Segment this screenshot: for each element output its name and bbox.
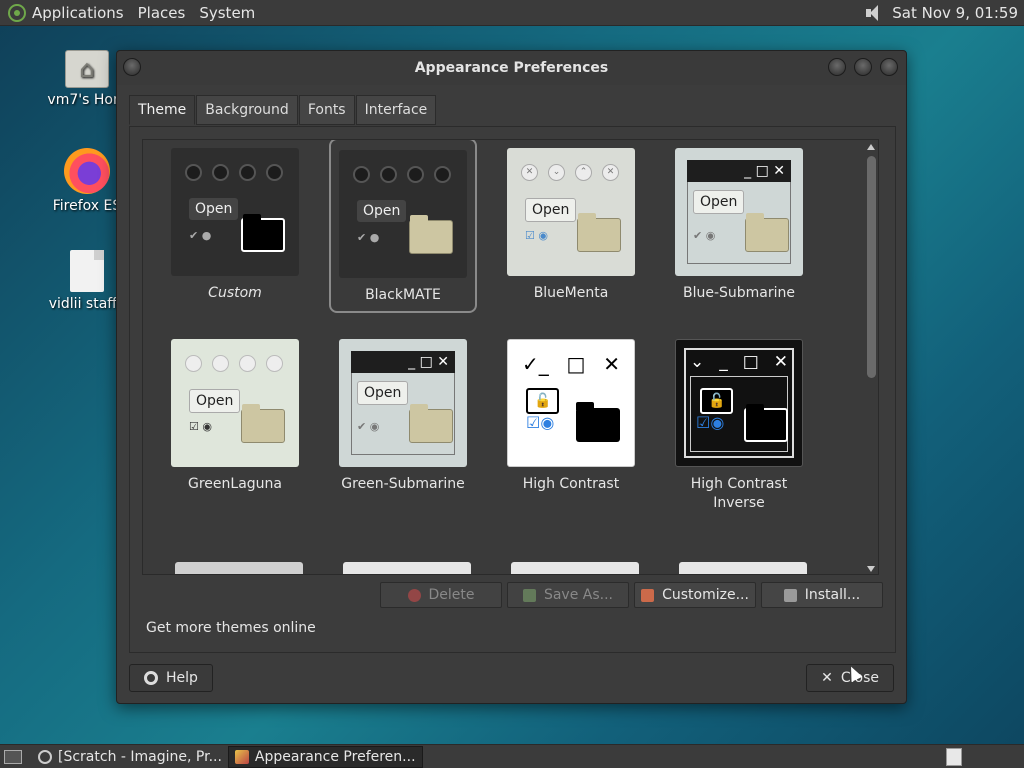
thumb-open-button: 🔓 — [526, 388, 560, 414]
theme-thumbnail: Open ✔ ● — [339, 150, 467, 278]
task-appearance-preferences[interactable]: Appearance Preferen... — [227, 745, 423, 768]
scroll-up-arrow-icon[interactable] — [867, 144, 875, 150]
folder-icon — [745, 213, 789, 252]
thumb-open-button: Open — [189, 389, 241, 413]
titlebar-buttons-icon: ✓_ □ ✕ — [522, 352, 620, 376]
save-as-button[interactable]: Save As... — [507, 582, 629, 608]
help-button[interactable]: Help — [129, 664, 213, 692]
scratch-icon — [38, 749, 52, 764]
checkbox-icon: ✔ ◉ — [357, 420, 380, 433]
firefox-icon — [64, 148, 110, 194]
theme-label: High Contrast — [522, 476, 620, 492]
home-folder-icon — [65, 50, 109, 88]
theme-thumbnail: Open ☑ ◉ — [171, 339, 299, 467]
theme-label: High Contrast Inverse — [690, 476, 788, 511]
theme-label: BlueMenta — [533, 285, 609, 301]
tab-background[interactable]: Background — [196, 95, 298, 125]
checkbox-icon: ✔ ◉ — [693, 229, 716, 242]
checkbox-icon: ☑◉ — [526, 413, 555, 432]
theme-thumbnail: _ □ ✕ Open ✔ ◉ — [339, 339, 467, 467]
delete-icon — [407, 588, 421, 602]
get-more-themes-link[interactable]: Get more themes online — [146, 620, 316, 636]
theme-label: Blue-Submarine — [682, 285, 796, 301]
theme-item-green-submarine[interactable]: _ □ ✕ Open ✔ ◉ Green-Submarine — [329, 339, 477, 494]
theme-label: Green-Submarine — [341, 476, 465, 492]
theme-item-blackmate[interactable]: Open ✔ ● BlackMATE — [329, 140, 477, 313]
folder-icon — [744, 404, 788, 442]
theme-list-scrollbar[interactable] — [864, 140, 878, 574]
thumb-open-button: Open — [693, 190, 745, 214]
folder-icon — [241, 404, 285, 443]
maximize-button[interactable] — [854, 58, 872, 76]
close-window-button[interactable] — [880, 58, 898, 76]
titlebar-buttons-icon: ⌄ _ □ ✕ — [690, 352, 788, 372]
clock[interactable]: Sat Nov 9, 01:59 — [892, 4, 1018, 22]
show-desktop-icon[interactable] — [4, 749, 22, 764]
checkbox-icon: ☑◉ — [696, 413, 725, 432]
bottom-taskbar: [Scratch - Imagine, Pr... Appearance Pre… — [0, 744, 1024, 768]
appearance-preferences-window: Appearance Preferences Theme Background … — [116, 50, 907, 704]
tab-interface[interactable]: Interface — [355, 95, 437, 125]
theme-item-greenlaguna[interactable]: Open ☑ ◉ GreenLaguna — [161, 339, 309, 494]
customize-icon — [641, 588, 655, 602]
workspace-switcher[interactable] — [946, 748, 962, 766]
theme-item-bluementa[interactable]: ✕ ⌄ ⌃ ✕ Open ☑ ◉ BlueMenta — [497, 148, 645, 303]
window-menu-button[interactable] — [123, 58, 141, 76]
theme-thumbnail: ⌄ _ □ ✕ 🔓 ☑◉ — [675, 339, 803, 467]
theme-label: GreenLaguna — [188, 476, 282, 492]
save-icon — [522, 588, 536, 602]
theme-tab-panel: Open ✔ ● Custom Open ✔ ● BlackMATE ✕ ⌄ ⌃ ✕ — [129, 126, 896, 653]
top-panel: Applications Places System Sat Nov 9, 01… — [0, 0, 1024, 26]
checkbox-icon: ✔ ● — [189, 229, 212, 242]
folder-icon — [409, 215, 453, 254]
menu-places[interactable]: Places — [138, 4, 186, 22]
menu-system[interactable]: System — [199, 4, 255, 22]
install-icon — [783, 588, 797, 602]
checkbox-icon: ✔ ● — [357, 231, 380, 244]
tab-fonts[interactable]: Fonts — [298, 95, 355, 125]
theme-item-blue-submarine[interactable]: _ □ ✕ Open ✔ ◉ Blue-Submarine — [665, 148, 813, 303]
window-title: Appearance Preferences — [414, 60, 609, 76]
titlebar-buttons-icon: _ □ ✕ — [687, 160, 791, 182]
titlebar-buttons-icon: _ □ ✕ — [351, 351, 455, 373]
theme-item-custom[interactable]: Open ✔ ● Custom — [161, 148, 309, 303]
thumb-open-button: Open — [525, 198, 577, 222]
theme-thumbnail: _ □ ✕ Open ✔ ◉ — [675, 148, 803, 276]
thumb-open-button: Open — [357, 200, 407, 222]
volume-icon[interactable] — [864, 4, 884, 22]
appearance-icon — [234, 749, 249, 764]
scroll-down-arrow-icon[interactable] — [867, 566, 875, 572]
theme-item-high-contrast-inverse[interactable]: ⌄ _ □ ✕ 🔓 ☑◉ High Contrast Inverse — [665, 339, 813, 513]
install-button[interactable]: Install... — [761, 582, 883, 608]
checkbox-icon: ☑ ◉ — [525, 229, 548, 242]
folder-icon — [241, 214, 285, 252]
tab-bar: Theme Background Fonts Interface — [129, 95, 437, 125]
help-icon — [144, 671, 158, 685]
theme-thumbnail: Open ✔ ● — [171, 148, 299, 276]
thumb-open-button: Open — [189, 198, 239, 220]
customize-button[interactable]: Customize... — [634, 582, 756, 608]
theme-item-high-contrast[interactable]: ✓_ □ ✕ 🔓 ☑◉ High Contrast — [497, 339, 645, 494]
text-file-icon — [70, 250, 104, 292]
tab-theme[interactable]: Theme — [129, 95, 196, 125]
scrollbar-thumb[interactable] — [867, 156, 876, 378]
theme-list[interactable]: Open ✔ ● Custom Open ✔ ● BlackMATE ✕ ⌄ ⌃ ✕ — [142, 139, 879, 575]
window-titlebar[interactable]: Appearance Preferences — [117, 51, 906, 85]
mate-logo-icon[interactable] — [8, 3, 26, 22]
theme-label: Custom — [208, 285, 262, 301]
theme-thumbnail: ✓_ □ ✕ 🔓 ☑◉ — [507, 339, 635, 467]
thumb-open-button: 🔓 — [700, 388, 734, 414]
folder-icon — [577, 213, 621, 252]
menu-applications[interactable]: Applications — [32, 4, 124, 22]
close-icon: ✕ — [821, 670, 833, 686]
checkbox-icon: ☑ ◉ — [189, 420, 212, 433]
theme-label: BlackMATE — [365, 287, 441, 303]
task-scratch[interactable]: [Scratch - Imagine, Pr... — [32, 746, 228, 768]
delete-button[interactable]: Delete — [380, 582, 502, 608]
folder-icon — [576, 402, 620, 442]
theme-thumbnail: ✕ ⌄ ⌃ ✕ Open ☑ ◉ — [507, 148, 635, 276]
folder-icon — [409, 404, 453, 443]
thumb-open-button: Open — [357, 381, 409, 405]
minimize-button[interactable] — [828, 58, 846, 76]
